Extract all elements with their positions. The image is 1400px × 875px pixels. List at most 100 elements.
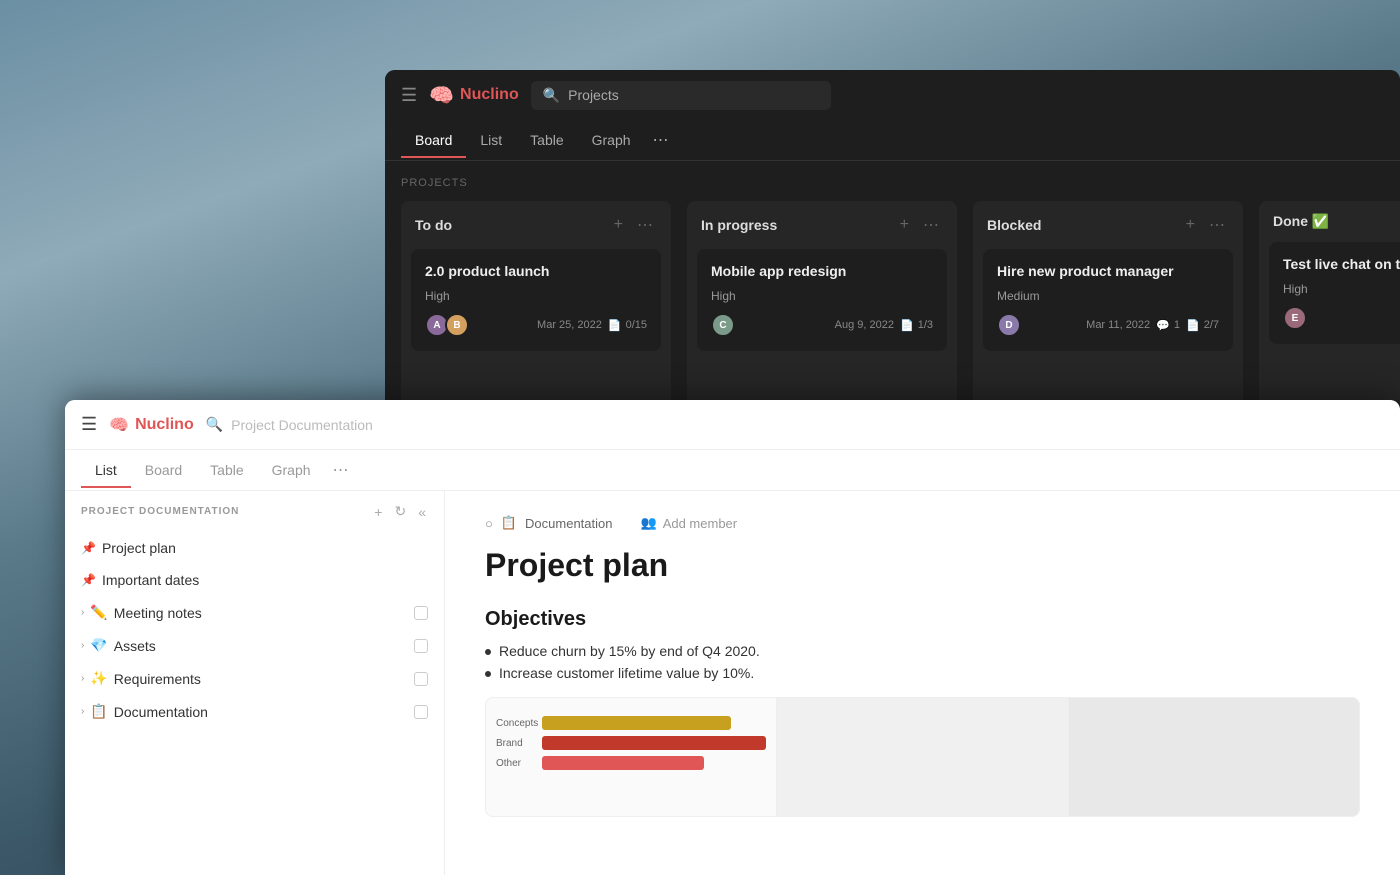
- chart-col-1: Concepts Brand Other: [486, 698, 777, 816]
- column-blocked-header: Blocked + ⋯: [973, 201, 1243, 249]
- chart-preview: Concepts Brand Other: [485, 697, 1360, 817]
- card-priority: High: [425, 289, 647, 303]
- card-title: Hire new product manager: [997, 263, 1219, 279]
- circle-icon: ○: [485, 516, 493, 531]
- bullet-2: Increase customer lifetime value by 10%.: [485, 665, 1360, 681]
- sidebar-item-label: Project plan: [102, 540, 428, 556]
- tab-graph-bottom[interactable]: Graph: [258, 452, 325, 488]
- bar-label: Concepts: [496, 718, 536, 729]
- tab-table-bottom[interactable]: Table: [196, 452, 257, 488]
- add-member-button[interactable]: 👥 Add member: [641, 515, 738, 531]
- card-title: Mobile app redesign: [711, 263, 933, 279]
- card-live-chat[interactable]: Test live chat on the w... High E Mar 3,…: [1269, 242, 1400, 344]
- doc-section-objectives: Objectives: [485, 608, 1360, 631]
- sidebar-item-assets[interactable]: › 💎 Assets: [65, 629, 444, 662]
- tab-board-top[interactable]: Board: [401, 122, 466, 158]
- sidebar-checkbox[interactable]: [414, 705, 428, 719]
- card-comments: 💬 1: [1156, 319, 1180, 332]
- nuclino-logo-bottom: 🧠 Nuclino: [109, 415, 194, 435]
- card-footer: C Aug 9, 2022 📄 1/3: [711, 313, 933, 337]
- card-mobile-redesign[interactable]: Mobile app redesign High C Aug 9, 2022 📄…: [697, 249, 947, 351]
- sidebar-item-meeting-notes[interactable]: › ✏️ Meeting notes: [65, 596, 444, 629]
- column-todo-header: To do + ⋯: [401, 201, 671, 249]
- tab-table-top[interactable]: Table: [516, 122, 577, 158]
- tab-graph-top[interactable]: Graph: [578, 122, 645, 158]
- column-done-title: Done ✅: [1273, 213, 1400, 230]
- column-inprogress-more[interactable]: ⋯: [919, 213, 943, 237]
- sidebar-header: PROJECT DOCUMENTATION + ↻ «: [65, 491, 444, 532]
- doc-tabs: List Board Table Graph ⋯: [65, 450, 1400, 491]
- card-hire-pm[interactable]: Hire new product manager Medium D Mar 11…: [983, 249, 1233, 351]
- card-avatars: C: [711, 313, 735, 337]
- bar-label: Brand: [496, 738, 536, 749]
- sidebar-section-title: PROJECT DOCUMENTATION: [81, 506, 364, 517]
- sidebar-checkbox[interactable]: [414, 672, 428, 686]
- card-date: Mar 11, 2022: [1086, 319, 1150, 331]
- bullet-dot: [485, 649, 491, 655]
- menu-icon[interactable]: ☰: [401, 85, 417, 106]
- bar-row-concepts: Concepts: [496, 716, 766, 730]
- doc-icon: 📋: [501, 515, 517, 531]
- sidebar-item-important-dates[interactable]: 📌 Important dates: [65, 564, 444, 596]
- card-date: Aug 9, 2022: [835, 319, 894, 331]
- tab-board-bottom[interactable]: Board: [131, 452, 196, 488]
- breadcrumb-text: Documentation: [525, 516, 612, 531]
- sidebar-item-documentation[interactable]: › 📋 Documentation: [65, 695, 444, 728]
- file-icon: 📄: [1186, 319, 1200, 332]
- card-product-launch[interactable]: 2.0 product launch High A B Mar 25, 2022…: [411, 249, 661, 351]
- column-todo-more[interactable]: ⋯: [633, 213, 657, 237]
- column-todo-add[interactable]: +: [610, 214, 627, 236]
- documentation-header: ☰ 🧠 Nuclino 🔍 Project Documentation: [65, 400, 1400, 450]
- projects-search[interactable]: 🔍 Projects: [531, 81, 831, 110]
- card-priority: Medium: [997, 289, 1219, 303]
- sidebar-checkbox[interactable]: [414, 639, 428, 653]
- sidebar-collapse-button[interactable]: «: [416, 502, 428, 522]
- card-footer: A B Mar 25, 2022 📄 0/15: [425, 313, 647, 337]
- card-footer: E Mar 3, 2022: [1283, 306, 1400, 330]
- bar-concepts: [542, 716, 731, 730]
- avatar: C: [711, 313, 735, 337]
- tabs-more-top[interactable]: ⋯: [645, 120, 677, 160]
- card-title: 2.0 product launch: [425, 263, 647, 279]
- sidebar-group-label: Assets: [114, 638, 414, 654]
- sidebar-checkbox[interactable]: [414, 606, 428, 620]
- card-files: 📄 1/3: [900, 319, 933, 332]
- brain-icon: 🧠: [429, 83, 454, 108]
- bar-other: [542, 756, 704, 770]
- menu-icon-bottom[interactable]: ☰: [81, 414, 97, 435]
- tab-list-bottom[interactable]: List: [81, 452, 131, 488]
- column-inprogress-add[interactable]: +: [896, 214, 913, 236]
- column-inprogress-header: In progress + ⋯: [687, 201, 957, 249]
- breadcrumb: ○ 📋 Documentation 👥 Add member: [485, 515, 1360, 531]
- assets-icon: 💎: [90, 637, 107, 654]
- sidebar-group-label: Requirements: [114, 671, 414, 687]
- chevron-right-icon: ›: [81, 706, 84, 717]
- tab-list-top[interactable]: List: [466, 122, 516, 158]
- doc-title: Project plan: [485, 547, 1360, 584]
- column-inprogress-title: In progress: [701, 217, 890, 233]
- sidebar-item-project-plan[interactable]: 📌 Project plan: [65, 532, 444, 564]
- add-member-icon: 👥: [641, 515, 657, 531]
- bar-brand: [542, 736, 766, 750]
- card-avatars: E: [1283, 306, 1307, 330]
- column-blocked-more[interactable]: ⋯: [1205, 213, 1229, 237]
- projects-header: ☰ 🧠 Nuclino 🔍 Projects: [385, 70, 1400, 120]
- nuclino-logo-top: 🧠 Nuclino: [429, 83, 519, 108]
- avatar: B: [445, 313, 469, 337]
- documentation-window: ☰ 🧠 Nuclino 🔍 Project Documentation List…: [65, 400, 1400, 875]
- search-icon-bottom: 🔍: [206, 416, 223, 433]
- projects-tabs: Board List Table Graph ⋯: [385, 120, 1400, 161]
- sidebar-refresh-button[interactable]: ↻: [392, 501, 408, 522]
- file-icon: 📄: [608, 319, 622, 332]
- sidebar-item-requirements[interactable]: › ✨ Requirements: [65, 662, 444, 695]
- column-todo-title: To do: [415, 217, 604, 233]
- tabs-more-bottom[interactable]: ⋯: [325, 450, 357, 490]
- card-priority: High: [711, 289, 933, 303]
- sidebar-add-button[interactable]: +: [372, 502, 384, 522]
- column-blocked-add[interactable]: +: [1182, 214, 1199, 236]
- file-icon: 📄: [900, 319, 914, 332]
- doc-search[interactable]: 🔍 Project Documentation: [206, 416, 1384, 433]
- doc-content: ○ 📋 Documentation 👥 Add member Project p…: [445, 491, 1400, 875]
- sidebar-group-label: Documentation: [114, 704, 414, 720]
- column-blocked-title: Blocked: [987, 217, 1176, 233]
